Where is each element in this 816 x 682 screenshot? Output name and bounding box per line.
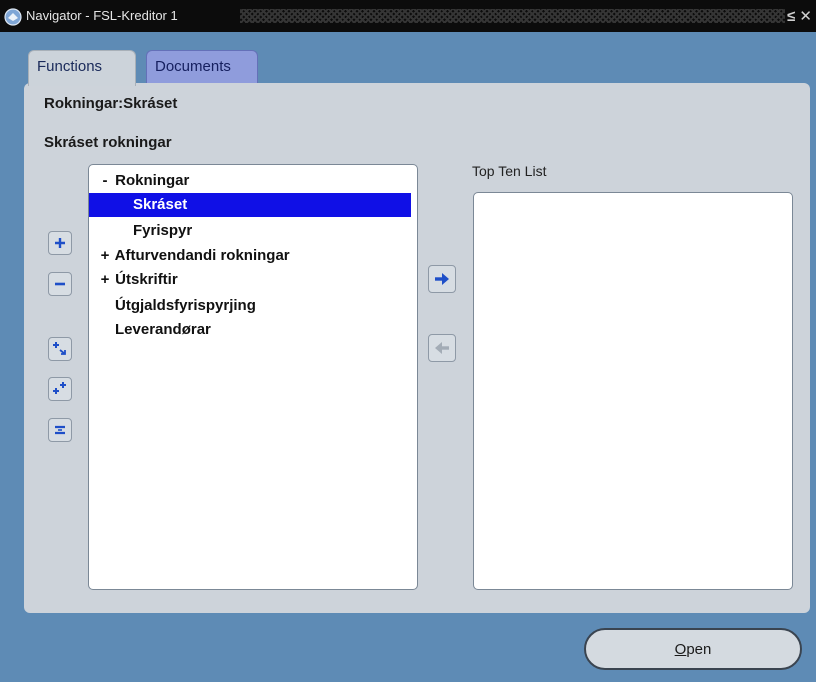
- tree-item-label: Fyrispyr: [133, 222, 193, 239]
- tree-item-label: Leverandørar: [115, 321, 211, 338]
- tree-item-rokningar[interactable]: - Rokningar: [89, 169, 415, 193]
- collapse-button[interactable]: [48, 272, 72, 296]
- collapse-all-icon: [55, 425, 65, 435]
- title-bar-pattern: [240, 9, 785, 23]
- tree-expander[interactable]: +: [99, 244, 111, 268]
- tree-item-skraset[interactable]: Skráset: [89, 193, 411, 217]
- window-controls[interactable]: ≤ ✕: [787, 7, 812, 25]
- top-ten-label: Top Ten List: [472, 163, 547, 179]
- tree-item-leverandorar[interactable]: Leverandørar: [89, 318, 415, 342]
- expand-branch-button[interactable]: [48, 337, 72, 361]
- title-bar[interactable]: Navigator - FSL-Kreditor 1 ≤ ✕: [0, 0, 816, 32]
- open-button-label: pen: [686, 640, 712, 658]
- open-button-mnemonic: O: [674, 640, 687, 658]
- tree-item-label: Útskriftir: [115, 271, 178, 288]
- tab-documents[interactable]: Documents: [146, 50, 258, 84]
- tree-item-label: Afturvendandi rokningar: [114, 247, 290, 264]
- window-title: Navigator - FSL-Kreditor 1: [26, 8, 178, 23]
- tree-item-utgjaldsfyrispyrjing[interactable]: Útgjaldsfyrispyrjing: [89, 294, 415, 318]
- top-ten-list[interactable]: [473, 192, 793, 590]
- tree-expander[interactable]: -: [99, 169, 111, 193]
- open-button[interactable]: Open: [584, 628, 802, 670]
- expand-all-icon: [53, 382, 66, 394]
- expand-branch-icon: [53, 342, 66, 355]
- window-control-buttons[interactable]: ≤ ✕: [787, 7, 812, 25]
- remove-from-top-ten-button[interactable]: [428, 334, 456, 362]
- tree-item-label: Rokningar: [115, 172, 190, 189]
- expand-all-button[interactable]: [48, 377, 72, 401]
- function-tree[interactable]: - Rokningar Skráset Fyrispyr + Afturvend…: [88, 164, 418, 590]
- tree-expander[interactable]: +: [99, 268, 111, 292]
- selected-path-label: Rokningar:Skráset: [44, 95, 178, 112]
- collapse-icon: [55, 282, 65, 286]
- oracle-app-icon: [4, 8, 22, 26]
- tree-item-utskriftir[interactable]: + Útskriftir: [89, 268, 415, 292]
- expand-button[interactable]: [48, 231, 72, 255]
- arrow-left-icon: [435, 342, 449, 354]
- navigator-window: Navigator - FSL-Kreditor 1 ≤ ✕ Functions…: [0, 0, 816, 682]
- tab-functions[interactable]: Functions: [28, 50, 136, 86]
- functions-panel: Rokningar:Skráset Skráset rokningar - Ro…: [24, 83, 810, 613]
- tree-item-afturvendandi-rokningar[interactable]: + Afturvendandi rokningar: [89, 244, 415, 268]
- collapse-all-button[interactable]: [48, 418, 72, 442]
- tree-item-fyrispyr[interactable]: Fyrispyr: [89, 219, 415, 243]
- add-to-top-ten-button[interactable]: [428, 265, 456, 293]
- selected-description: Skráset rokningar: [44, 134, 172, 151]
- tree-item-label: Skráset: [133, 196, 188, 213]
- expand-icon: [55, 238, 65, 248]
- arrow-right-icon: [435, 273, 449, 285]
- tree-item-label: Útgjaldsfyrispyrjing: [115, 297, 256, 314]
